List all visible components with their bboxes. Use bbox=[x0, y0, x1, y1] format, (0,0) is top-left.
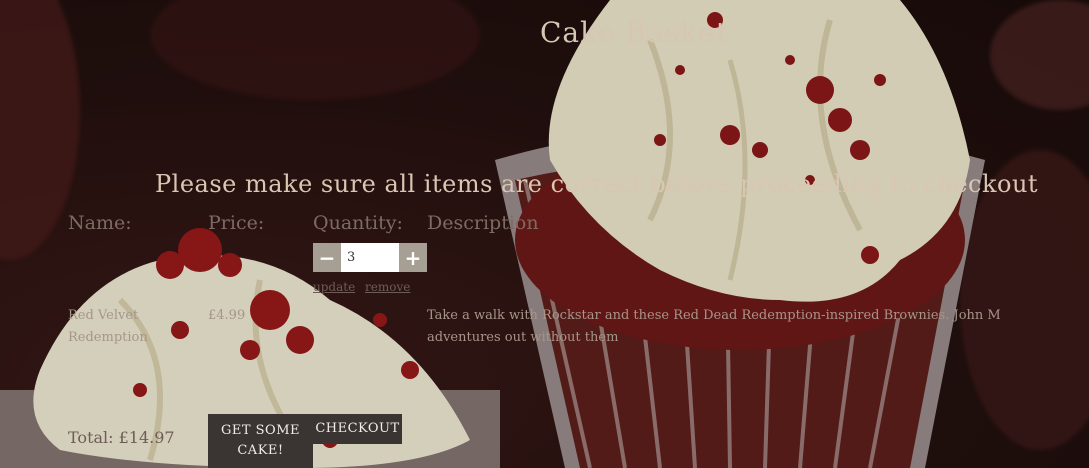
background-photo bbox=[0, 0, 1089, 468]
checkout-button[interactable]: CHECKOUT bbox=[313, 414, 402, 444]
get-some-cake-button[interactable]: GET SOME CAKE! bbox=[208, 414, 313, 468]
item-name: Red Velvet Redemption bbox=[68, 308, 148, 345]
checkout-notice: Please make sure all items are correct b… bbox=[155, 170, 1039, 198]
quantity-input[interactable] bbox=[341, 243, 399, 272]
column-header-quantity: Quantity: bbox=[313, 212, 403, 234]
quantity-stepper[interactable]: − + bbox=[313, 243, 427, 272]
update-link[interactable]: update bbox=[313, 280, 355, 294]
item-description: Take a walk with Rockstar and these Red … bbox=[427, 308, 1001, 345]
column-header-price: Price: bbox=[208, 212, 265, 234]
basket-total: Total: £14.97 bbox=[68, 428, 175, 447]
item-price: £4.99 bbox=[208, 308, 246, 323]
page-title: Cake Basket bbox=[540, 16, 728, 49]
item-actions: update remove bbox=[313, 280, 416, 294]
decrement-button[interactable]: − bbox=[313, 243, 341, 272]
increment-button[interactable]: + bbox=[399, 243, 427, 272]
column-header-name: Name: bbox=[68, 212, 132, 234]
column-header-description: Description bbox=[427, 212, 539, 234]
remove-link[interactable]: remove bbox=[365, 280, 410, 294]
